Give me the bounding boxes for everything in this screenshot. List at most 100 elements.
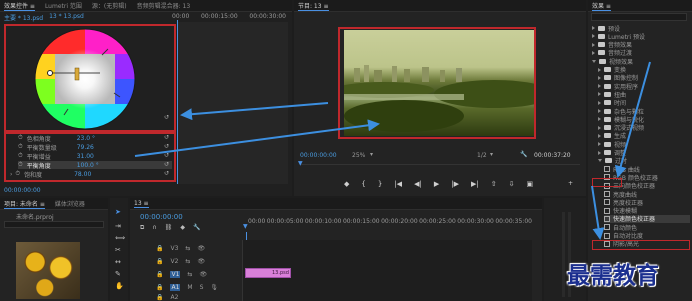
- master-clip-label[interactable]: 主要 * 13.psd: [4, 13, 43, 22]
- tab-effects[interactable]: 效果 ≡: [592, 1, 611, 11]
- chevron-right-icon[interactable]: [598, 133, 601, 138]
- solo-icon[interactable]: S: [200, 284, 204, 291]
- effects-tree-item[interactable]: 快速颜色校正器: [604, 214, 690, 223]
- quality-dropdown-icon[interactable]: ▾: [490, 151, 493, 158]
- lock-icon[interactable]: 🔒: [156, 294, 163, 301]
- chevron-right-icon[interactable]: [598, 150, 601, 155]
- chevron-right-icon[interactable]: [592, 34, 595, 39]
- extract-icon[interactable]: ⇩: [509, 180, 515, 188]
- export-frame-icon[interactable]: ▣: [526, 180, 533, 188]
- reset-icon[interactable]: ↺: [164, 114, 169, 121]
- effects-tree-item[interactable]: 沉浸式视频: [598, 124, 690, 132]
- go-to-in-icon[interactable]: |◀: [394, 180, 402, 188]
- effects-tree-item[interactable]: RGB 曲线: [604, 165, 690, 174]
- program-current-timecode[interactable]: 00:00:00:00: [300, 152, 337, 159]
- track-header-a1[interactable]: 🔒 A1 M S 🎙: [156, 282, 236, 292]
- effects-search-input[interactable]: [591, 13, 687, 21]
- chevron-right-icon[interactable]: [598, 117, 601, 122]
- sync-lock-icon[interactable]: ⇆: [185, 258, 190, 265]
- ec-playhead[interactable]: [177, 20, 178, 184]
- go-to-out-icon[interactable]: ▶|: [471, 180, 479, 188]
- add-marker-icon[interactable]: ◆: [344, 180, 349, 188]
- step-back-icon[interactable]: ◀|: [414, 180, 422, 188]
- eye-icon[interactable]: 👁: [197, 258, 205, 265]
- time-ruler[interactable]: 00:00 00:00:05:00 00:00:10:00 00:00:15:0…: [248, 218, 532, 225]
- tab-project[interactable]: 项目: 未命名 ≡: [4, 199, 45, 209]
- nest-icon[interactable]: ⧉: [140, 224, 144, 232]
- timeline-playhead-icon[interactable]: ▼: [243, 223, 248, 230]
- effects-tree-item[interactable]: 音频过渡: [592, 49, 690, 57]
- hand-tool-icon[interactable]: ✋: [115, 282, 124, 290]
- linked-select-icon[interactable]: ⛓: [165, 224, 173, 232]
- ec-current-time[interactable]: 00:00:00:00: [4, 187, 41, 194]
- chevron-right-icon[interactable]: [598, 100, 601, 105]
- quality-select[interactable]: 1/2: [477, 152, 487, 159]
- sync-lock-icon[interactable]: ⇆: [187, 271, 192, 278]
- chevron-right-icon[interactable]: [592, 26, 595, 30]
- effects-tree-item[interactable]: 模糊与锐化: [598, 115, 690, 124]
- effects-tree-item[interactable]: 快速模糊: [604, 207, 690, 215]
- track-header-v1[interactable]: 🔒 V1 ⇆ 👁: [156, 269, 236, 279]
- selection-tool-icon[interactable]: ➤: [115, 208, 121, 216]
- pen-tool-icon[interactable]: ✎: [115, 270, 121, 278]
- tab-effect-controls[interactable]: 效果控件 ≡: [4, 1, 35, 11]
- eye-icon[interactable]: 👁: [197, 245, 205, 252]
- effects-tree-item[interactable]: 视频效果: [592, 57, 690, 66]
- chevron-right-icon[interactable]: [592, 42, 595, 47]
- effects-tree-item[interactable]: 生成: [598, 132, 690, 140]
- effects-tree-item[interactable]: 过时: [598, 157, 690, 165]
- step-forward-icon[interactable]: |▶: [451, 180, 459, 188]
- tab-program[interactable]: 节目: 13 ≡: [298, 1, 329, 11]
- mic-icon[interactable]: 🎙: [210, 284, 218, 291]
- effects-tree-item[interactable]: 扭曲: [598, 90, 690, 99]
- chevron-right-icon[interactable]: [598, 109, 601, 113]
- button-editor-icon[interactable]: +: [568, 180, 573, 187]
- lock-icon[interactable]: 🔒: [156, 271, 163, 278]
- scrubber-playhead-icon[interactable]: ▼: [298, 160, 303, 167]
- chevron-right-icon[interactable]: [598, 142, 601, 147]
- ec-timeline-area[interactable]: [177, 22, 288, 184]
- tab-audio-mixer[interactable]: 音频剪辑混合器: 13: [137, 1, 191, 10]
- lift-icon[interactable]: ⇧: [491, 180, 497, 188]
- ripple-edit-tool-icon[interactable]: ⟺: [115, 234, 125, 242]
- effects-tree-item[interactable]: 调整: [598, 149, 690, 157]
- slip-tool-icon[interactable]: ↔: [115, 258, 121, 266]
- zoom-select[interactable]: 25%: [352, 152, 365, 159]
- tab-sequence-13[interactable]: 13 ≡: [134, 200, 149, 208]
- lock-icon[interactable]: 🔒: [156, 245, 163, 252]
- eye-icon[interactable]: 👁: [199, 271, 207, 278]
- media-thumbnail[interactable]: [16, 242, 80, 299]
- color-wheel[interactable]: [20, 27, 150, 131]
- timeline-clip[interactable]: 13.psd: [245, 268, 291, 278]
- effects-tree-item[interactable]: 音频效果: [592, 41, 690, 49]
- lock-icon[interactable]: 🔒: [156, 258, 163, 265]
- mark-out-icon[interactable]: }: [378, 180, 382, 188]
- effects-tree-item[interactable]: 时间: [598, 99, 690, 107]
- program-scrubber[interactable]: [300, 164, 580, 171]
- effects-tree-item[interactable]: 实用程序: [598, 82, 690, 91]
- timeline-settings-icon[interactable]: 🔧: [193, 224, 200, 232]
- tab-lumetri-scopes[interactable]: Lumetri 范围: [45, 1, 82, 10]
- chevron-right-icon[interactable]: [598, 125, 601, 130]
- project-search-input[interactable]: [4, 221, 104, 228]
- razor-tool-icon[interactable]: ✂: [115, 246, 121, 254]
- effects-tree-item[interactable]: 预设: [592, 24, 690, 33]
- track-select-tool-icon[interactable]: ⇥: [115, 222, 121, 230]
- effects-tree-item[interactable]: 亮度曲线: [604, 190, 690, 199]
- add-marker-icon[interactable]: ◆: [180, 224, 185, 232]
- chevron-right-icon[interactable]: [592, 50, 595, 55]
- track-header-v3[interactable]: 🔒 V3 ⇆ 👁: [156, 243, 236, 253]
- effects-tree-item[interactable]: 视频: [598, 140, 690, 149]
- timeline-timecode[interactable]: 00:00:00:00: [140, 213, 183, 221]
- chevron-right-icon[interactable]: [598, 92, 601, 97]
- lock-icon[interactable]: 🔒: [156, 284, 163, 291]
- track-header-a2[interactable]: 🔒 A2: [156, 294, 236, 301]
- tab-media-browser[interactable]: 媒体浏览器: [55, 199, 85, 208]
- effects-tree-item[interactable]: 变换: [598, 66, 690, 74]
- snap-icon[interactable]: ∩: [152, 224, 156, 232]
- mark-in-icon[interactable]: {: [361, 180, 365, 188]
- clip-selector[interactable]: 主要 * 13.psd 13 * 13.psd: [4, 13, 84, 22]
- effects-tree-item[interactable]: 自动颜色: [604, 223, 690, 232]
- effects-tree-item[interactable]: 亮度校正器: [604, 198, 690, 207]
- chevron-down-icon[interactable]: [592, 59, 596, 63]
